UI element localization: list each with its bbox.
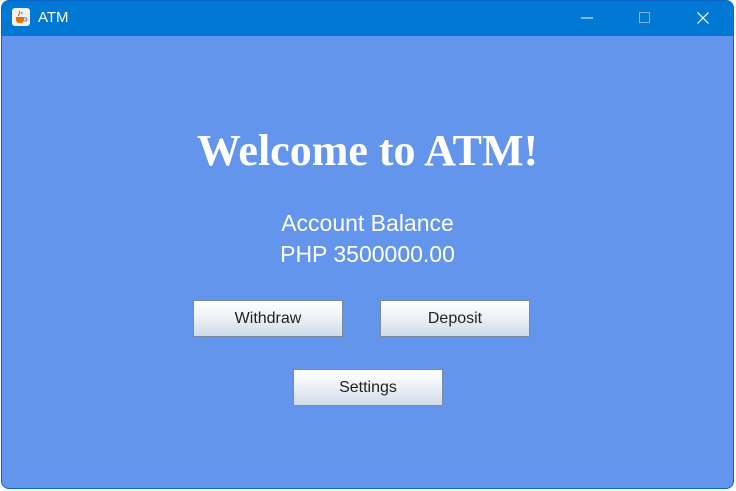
account-balance-label: Account Balance (281, 210, 454, 236)
settings-button[interactable]: Settings (293, 369, 443, 406)
withdraw-button[interactable]: Withdraw (193, 300, 343, 337)
atm-window: ATM Welcome to ATM! Account Balance PHP … (1, 0, 734, 489)
title-bar[interactable]: ATM (2, 1, 733, 36)
maximize-icon (639, 12, 650, 23)
minimize-icon (581, 17, 593, 19)
minimize-button[interactable] (564, 1, 610, 36)
java-cup-icon (12, 8, 30, 26)
close-icon (697, 12, 709, 24)
account-balance-value: PHP 3500000.00 (280, 241, 455, 267)
deposit-button[interactable]: Deposit (380, 300, 530, 337)
maximize-button[interactable] (622, 1, 668, 36)
welcome-heading: Welcome to ATM! (196, 126, 539, 175)
window-title: ATM (38, 9, 69, 26)
close-button[interactable] (680, 1, 726, 36)
